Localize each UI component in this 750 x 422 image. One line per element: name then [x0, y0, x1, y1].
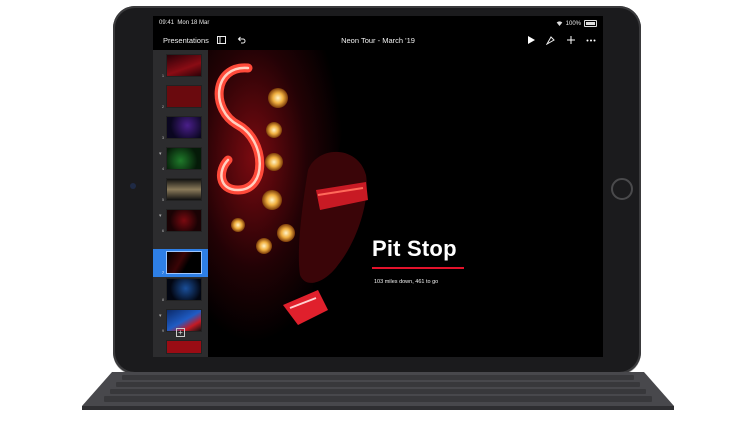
- slide-subtitle[interactable]: 103 miles down, 461 to go: [374, 279, 438, 285]
- slide-navigator: 1 2 3 ▾ 4 5 ▾ 6 7 8 ▾ 9: [153, 50, 208, 357]
- wifi-icon: [556, 21, 562, 26]
- slide-number: 3: [161, 135, 165, 140]
- slide-number: 7: [161, 270, 165, 275]
- slide-number: 1: [161, 73, 165, 78]
- slide-thumbnail-3[interactable]: [166, 116, 202, 139]
- chevron-down-icon[interactable]: ▾: [159, 151, 162, 157]
- slide-thumbnail-5[interactable]: [166, 178, 202, 201]
- smart-keyboard: [82, 372, 674, 410]
- slide-title[interactable]: Pit Stop: [372, 236, 457, 262]
- chevron-down-icon[interactable]: ▾: [159, 313, 162, 319]
- slide-number: 6: [161, 228, 165, 233]
- battery-percent: 100%: [565, 20, 581, 27]
- front-camera: [130, 183, 136, 189]
- slide-canvas[interactable]: Pit Stop 103 miles down, 461 to go: [208, 50, 603, 357]
- add-slide-button[interactable]: +: [176, 328, 185, 337]
- status-time: 09:41 Mon 18 Mar: [159, 20, 210, 26]
- slide-thumbnail-10[interactable]: [166, 340, 202, 354]
- home-button[interactable]: [611, 178, 633, 200]
- slide-number: 5: [161, 197, 165, 202]
- play-icon[interactable]: [525, 34, 537, 46]
- title-underline: [372, 267, 464, 269]
- slide-thumbnail-4[interactable]: [166, 147, 202, 170]
- more-icon[interactable]: [585, 34, 597, 46]
- slide-thumbnail-1[interactable]: [166, 54, 202, 77]
- format-brush-icon[interactable]: [544, 34, 556, 46]
- slide-number: 8: [161, 297, 165, 302]
- slide-number: 4: [161, 166, 165, 171]
- status-bar: 09:41 Mon 18 Mar 100%: [153, 16, 603, 30]
- chevron-down-icon[interactable]: ▾: [159, 213, 162, 219]
- slide-number: 9: [161, 328, 165, 333]
- battery-icon: [584, 20, 597, 27]
- add-icon[interactable]: [565, 34, 577, 46]
- toolbar: Presentations Neon Tour - March '19: [153, 30, 603, 50]
- slide-thumbnail-8[interactable]: [166, 278, 202, 301]
- slide-number: 2: [161, 104, 165, 109]
- slide-thumbnail-6[interactable]: [166, 209, 202, 232]
- neon-sign-photo: [208, 50, 368, 357]
- slide-thumbnail-7[interactable]: [166, 251, 202, 274]
- keynote-screen: 09:41 Mon 18 Mar 100% Presentations Neon…: [153, 16, 603, 357]
- slide-thumbnail-2[interactable]: [166, 85, 202, 108]
